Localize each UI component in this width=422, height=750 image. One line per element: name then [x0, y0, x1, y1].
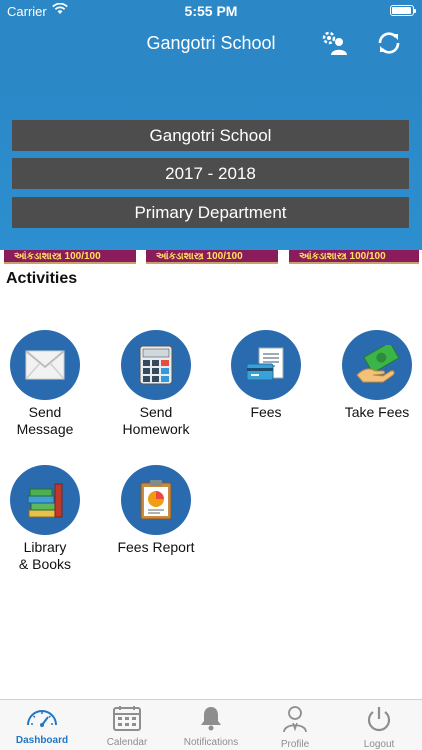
activity-label: Send Message: [16, 404, 74, 437]
bell-icon: [201, 707, 221, 731]
banner-item: આંકડાશાસ્ત્ર 100/100: [4, 250, 136, 264]
profile-icon: [283, 706, 307, 733]
calendar-icon: [113, 706, 141, 731]
tab-label: Notifications: [183, 737, 239, 748]
activity-label: Fees: [250, 404, 282, 420]
activities-heading: Activities: [6, 270, 78, 287]
calculator-icon: [121, 330, 191, 400]
activity-label: Take Fees: [344, 404, 410, 420]
banner-item: આંકડાશાસ્ત્ર 100/100: [146, 250, 278, 264]
tab-bar: Dashboard Calendar Notifications Profile: [0, 699, 422, 750]
tab-label: Calendar: [106, 737, 148, 748]
year-selector[interactable]: 2017 - 2018: [12, 158, 409, 189]
refresh-icon[interactable]: [375, 29, 403, 57]
speedometer-icon: [27, 710, 57, 727]
top-bar: Carrier 5:55 PM Gangotri School: [0, 0, 422, 66]
department-selector[interactable]: Primary Department: [12, 197, 409, 228]
activity-library-books[interactable]: Library & Books: [0, 465, 95, 573]
status-bar: Carrier 5:55 PM: [0, 0, 422, 22]
activity-label: Library & Books: [18, 539, 72, 572]
cash-hand-icon: [342, 330, 412, 400]
activity-label: Send Homework: [122, 404, 190, 437]
page-title: Gangotri School: [146, 33, 276, 53]
activity-take-fees[interactable]: Take Fees: [327, 330, 422, 421]
tab-label: Profile: [280, 739, 310, 750]
user-settings-icon[interactable]: [320, 29, 348, 57]
activity-fees-report[interactable]: Fees Report: [106, 465, 206, 556]
tab-dashboard[interactable]: Dashboard: [0, 700, 84, 750]
banner-strip[interactable]: આંકડાશાસ્ત્ર 100/100 આંકડાશાસ્ત્ર 100/10…: [0, 250, 422, 266]
report-clipboard-icon: [121, 465, 191, 535]
battery-icon: [390, 5, 416, 16]
tab-notifications[interactable]: Notifications: [169, 700, 253, 750]
activity-label: Fees Report: [117, 539, 195, 555]
banner-item: આંકડાશાસ્ત્ર 100/100: [289, 250, 419, 264]
tab-label: Dashboard: [15, 735, 69, 746]
clock: 5:55 PM: [184, 3, 238, 19]
envelope-icon: [10, 330, 80, 400]
power-icon: [367, 707, 391, 732]
activity-send-message[interactable]: Send Message: [0, 330, 95, 438]
books-icon: [10, 465, 80, 535]
tab-profile[interactable]: Profile: [253, 700, 337, 750]
tab-label: Logout: [363, 739, 395, 750]
selection-panel: Gangotri School 2017 - 2018 Primary Depa…: [0, 66, 422, 250]
school-selector[interactable]: Gangotri School: [12, 120, 409, 151]
tab-logout[interactable]: Logout: [337, 700, 421, 750]
activity-fees[interactable]: Fees: [216, 330, 316, 421]
tab-calendar[interactable]: Calendar: [85, 700, 169, 750]
activity-send-homework[interactable]: Send Homework: [106, 330, 206, 438]
invoice-card-icon: [231, 330, 301, 400]
